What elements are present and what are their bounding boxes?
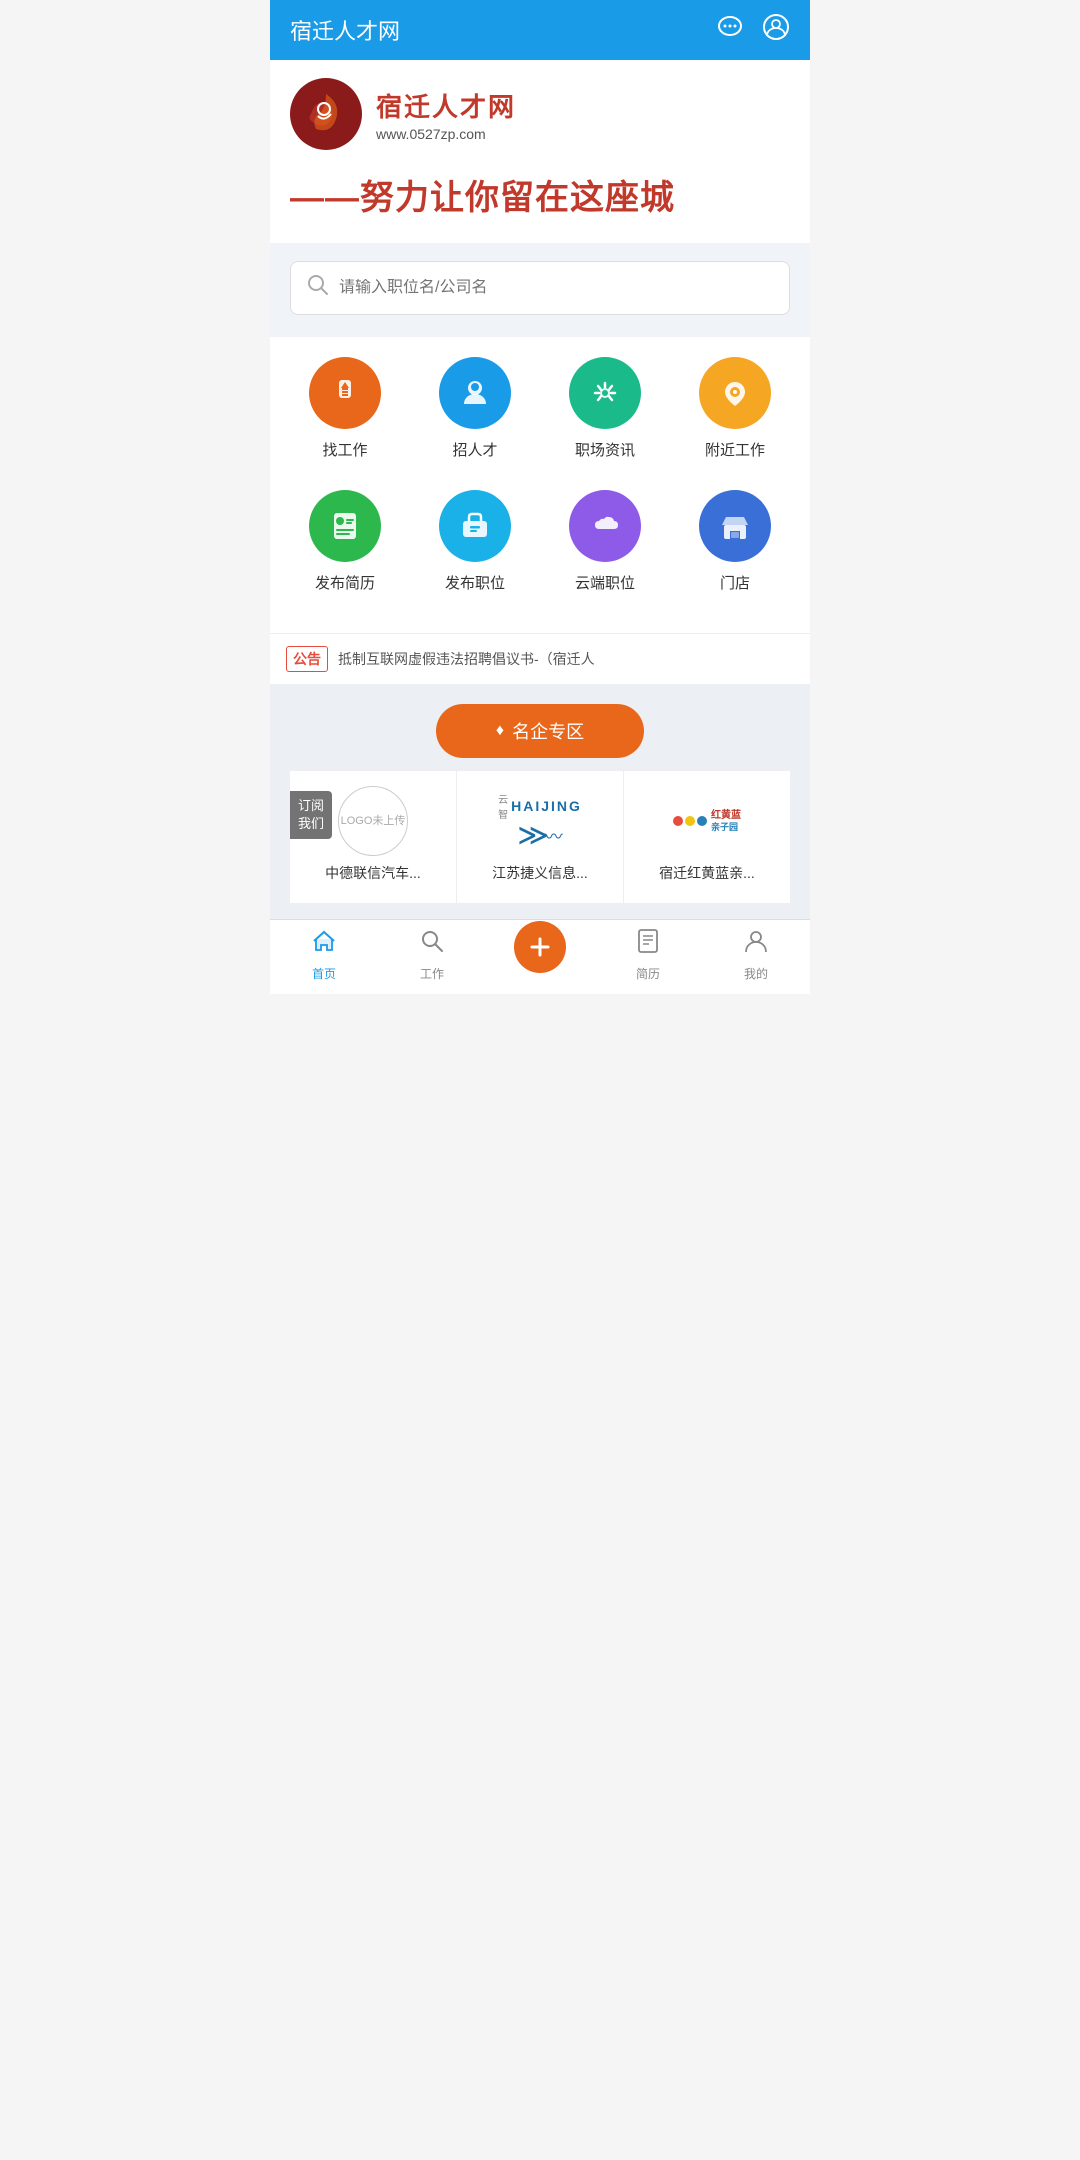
- message-icon[interactable]: [716, 13, 744, 48]
- notice-tag: 公告: [286, 646, 328, 672]
- recruit-talent-icon: [439, 357, 511, 429]
- company-card-1[interactable]: 订阅我们 LOGO未上传 中德联信汽车...: [290, 771, 457, 903]
- nav-job-label: 工作: [420, 965, 444, 982]
- dot-blue: [697, 816, 707, 826]
- company-name-3: 宿迁红黄蓝亲...: [659, 863, 755, 883]
- logo-placeholder-1: LOGO未上传: [338, 786, 408, 856]
- company-cards: 订阅我们 LOGO未上传 中德联信汽车... 云智 HAIJING ≫ 〰: [290, 770, 790, 903]
- notice-bar[interactable]: 公告 抵制互联网虚假违法招聘倡议书-（宿迁人: [270, 633, 810, 684]
- company-logo-2: 云智 HAIJING ≫ 〰: [500, 791, 580, 851]
- cloud-jobs-icon: [569, 490, 641, 562]
- post-job-button[interactable]: 发布职位: [410, 480, 540, 603]
- home-icon: [311, 928, 337, 961]
- search-section: [270, 243, 810, 337]
- app-header: 宿迁人才网: [270, 0, 810, 60]
- nav-home[interactable]: 首页: [270, 928, 378, 982]
- haijing-logo: 云智 HAIJING ≫ 〰: [498, 791, 582, 851]
- icon-row-1: 找工作 招人才: [280, 347, 800, 470]
- company-card-3[interactable]: 红黄蓝 亲子园 宿迁红黄蓝亲...: [624, 771, 790, 903]
- resume-nav-icon: [635, 928, 661, 961]
- cloud-jobs-label: 云端职位: [575, 572, 635, 593]
- site-name: 宿迁人才网: [376, 87, 516, 124]
- nav-mine[interactable]: 我的: [702, 928, 810, 982]
- post-job-icon: [439, 490, 511, 562]
- dot-red: [673, 816, 683, 826]
- post-resume-label: 发布简历: [315, 572, 375, 593]
- nearby-jobs-label: 附近工作: [705, 439, 765, 460]
- nav-resume-label: 简历: [636, 965, 660, 982]
- logo-text: 宿迁人才网 www.0527zp.com: [376, 87, 516, 142]
- find-job-icon: [309, 357, 381, 429]
- add-icon[interactable]: [514, 921, 566, 973]
- workplace-news-label: 职场资讯: [575, 439, 635, 460]
- nav-mine-label: 我的: [744, 965, 768, 982]
- hhlan-dots: [673, 816, 707, 826]
- post-resume-icon: [309, 490, 381, 562]
- dot-yellow: [685, 816, 695, 826]
- search-input[interactable]: [339, 279, 773, 297]
- post-job-label: 发布职位: [445, 572, 505, 593]
- header-actions: [716, 13, 790, 48]
- recruit-talent-label: 招人才: [452, 439, 497, 460]
- company-logo-1: LOGO未上传: [333, 791, 413, 851]
- icon-row-2: 发布简历 发布职位 云端职位: [280, 480, 800, 603]
- slogan-text: ——努力让你留在这座城: [290, 170, 790, 219]
- recruit-talent-button[interactable]: 招人才: [410, 347, 540, 470]
- diamond-icon: ♦: [496, 722, 504, 740]
- nearby-jobs-button[interactable]: 附近工作: [670, 347, 800, 470]
- search-bar: [290, 261, 790, 315]
- search-nav-icon: [419, 928, 445, 961]
- enterprise-zone-button[interactable]: ♦ 名企专区: [436, 704, 644, 758]
- enterprise-section: ♦ 名企专区 订阅我们 LOGO未上传 中德联信汽车... 云智 HAIJING…: [270, 684, 810, 919]
- nav-job[interactable]: 工作: [378, 928, 486, 982]
- company-name-1: 中德联信汽车...: [325, 863, 421, 883]
- subscribe-badge: 订阅我们: [290, 791, 332, 839]
- post-resume-button[interactable]: 发布简历: [280, 480, 410, 603]
- slogan-section: ——努力让你留在这座城: [270, 160, 810, 243]
- nav-resume[interactable]: 简历: [594, 928, 702, 982]
- logo-section: 宿迁人才网 www.0527zp.com: [270, 60, 810, 160]
- bottom-nav: 首页 工作 简历: [270, 919, 810, 994]
- icon-grid: 找工作 招人才: [270, 337, 810, 633]
- search-icon: [307, 274, 329, 302]
- store-button[interactable]: 门店: [670, 480, 800, 603]
- find-job-button[interactable]: 找工作: [280, 347, 410, 470]
- company-logo-3: 红黄蓝 亲子园: [667, 791, 747, 851]
- notice-text: 抵制互联网虚假违法招聘倡议书-（宿迁人: [338, 649, 595, 669]
- hhlan-logo: 红黄蓝 亲子园: [673, 810, 741, 833]
- enterprise-btn-label: 名企专区: [512, 718, 584, 744]
- company-card-2[interactable]: 云智 HAIJING ≫ 〰 江苏捷义信息...: [457, 771, 624, 903]
- workplace-news-button[interactable]: 职场资讯: [540, 347, 670, 470]
- store-icon: [699, 490, 771, 562]
- nav-home-label: 首页: [312, 965, 336, 982]
- user-icon[interactable]: [762, 13, 790, 48]
- app-title: 宿迁人才网: [290, 14, 400, 46]
- store-label: 门店: [720, 572, 750, 593]
- hhlan-text: 红黄蓝 亲子园: [711, 810, 741, 833]
- nearby-jobs-icon: [699, 357, 771, 429]
- company-name-2: 江苏捷义信息...: [492, 863, 588, 883]
- mine-nav-icon: [743, 928, 769, 961]
- site-logo: [290, 78, 362, 150]
- site-url: www.0527zp.com: [376, 126, 516, 142]
- cloud-jobs-button[interactable]: 云端职位: [540, 480, 670, 603]
- workplace-news-icon: [569, 357, 641, 429]
- nav-add-button[interactable]: [486, 937, 594, 973]
- find-job-label: 找工作: [322, 439, 367, 460]
